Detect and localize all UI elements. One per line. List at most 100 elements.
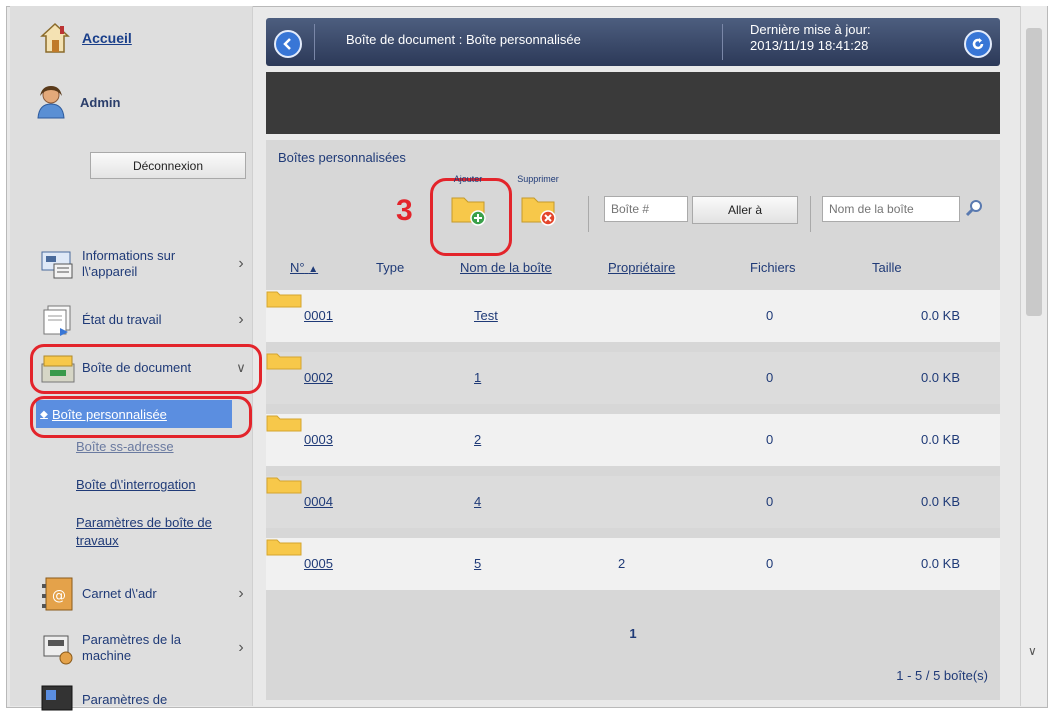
machine-settings-icon [43, 635, 73, 665]
column-number-label: N° [290, 260, 305, 275]
sidebar-item-address-book[interactable]: @ Carnet d\'adr › [40, 576, 250, 612]
box-files: 0 [766, 494, 774, 509]
box-size: 0.0 KB [920, 370, 960, 385]
toolbar-separator [588, 196, 589, 232]
box-size: 0.0 KB [920, 494, 960, 509]
table-header: N° ▲ Type Nom de la boîte Propriétaire F… [266, 254, 1000, 284]
sidebar-subitem-polling-box[interactable]: Boîte d\'interrogation [76, 476, 196, 494]
table-row[interactable]: 0001 Test 0 0.0 KB [266, 290, 1000, 342]
add-box-label: Ajouter [453, 174, 483, 184]
sidebar-item-settings[interactable]: Paramètres de [40, 682, 250, 718]
column-files: Fichiers [750, 260, 796, 275]
table-row[interactable]: 0003 2 0 0.0 KB [266, 414, 1000, 466]
folder-delete-icon [521, 197, 556, 226]
home-link[interactable]: Accueil [82, 30, 132, 46]
callout-1-ring [30, 344, 262, 394]
box-number-link[interactable]: 0002 [304, 370, 333, 385]
last-update-time: 2013/11/19 18:41:28 [750, 38, 869, 53]
home-link-row[interactable]: Accueil [40, 22, 132, 54]
box-name-link[interactable]: Test [474, 308, 498, 323]
header-bar: Boîte de document : Boîte personnalisée … [266, 18, 1000, 66]
sidebar-item-label: Informations sur l\'appareil [82, 248, 176, 279]
column-type: Type [376, 260, 405, 275]
sidebar-subitem-job-box-settings[interactable]: Paramètres de boîte de travaux [76, 514, 226, 550]
last-update: Dernière mise à jour: 2013/11/19 18:41:2… [750, 22, 871, 54]
back-arrow-icon [283, 38, 291, 50]
callout-2-ring [30, 396, 252, 438]
box-name-link[interactable]: 2 [474, 432, 481, 447]
box-files: 0 [766, 556, 774, 571]
logout-button[interactable]: Déconnexion [90, 152, 246, 179]
box-files: 0 [766, 432, 774, 447]
sidebar-item-machine-settings[interactable]: Paramètres de la machine › [40, 630, 250, 666]
column-owner[interactable]: Propriétaire [608, 260, 675, 275]
box-size: 0.0 KB [920, 432, 960, 447]
vertical-scrollbar[interactable]: ∨ [1020, 6, 1047, 706]
user-name: Admin [80, 94, 121, 110]
box-number-link[interactable]: 0001 [304, 308, 333, 323]
folder-icon [266, 539, 302, 556]
add-box-button[interactable]: Ajouter [436, 174, 500, 234]
box-count: 1 - 5 / 5 boîte(s) [896, 668, 988, 683]
delete-box-button[interactable]: Supprimer [506, 174, 570, 234]
user-row: Admin [36, 84, 120, 120]
back-button[interactable] [274, 30, 302, 58]
scroll-down-icon[interactable]: ∨ [1028, 644, 1037, 658]
callout-number-3: 3 [396, 194, 413, 227]
chevron-right-icon: › [238, 255, 244, 272]
box-number-link[interactable]: 0003 [304, 432, 333, 447]
scrollbar-thumb[interactable] [1026, 28, 1042, 316]
folder-add-icon [451, 197, 486, 226]
job-status-icon [43, 305, 71, 336]
box-size: 0.0 KB [920, 556, 960, 571]
table-row[interactable]: 0005 5 2 0 0.0 KB [266, 538, 1000, 590]
goto-button[interactable]: Aller à [692, 196, 798, 224]
box-name-link[interactable]: 5 [474, 556, 481, 571]
page-number[interactable]: 1 [266, 626, 1000, 641]
box-files: 0 [766, 308, 774, 323]
folder-icon [266, 415, 302, 432]
table-row[interactable]: 0004 4 0 0.0 KB [266, 476, 1000, 528]
box-name-search-input[interactable] [822, 196, 960, 222]
sidebar-item-label: Paramètres de la machine [82, 632, 181, 663]
folder-icon [266, 291, 302, 308]
sidebar-item-device-info[interactable]: Informations sur l\'appareil › [40, 246, 250, 282]
sidebar-item-label: État du travail [82, 312, 162, 327]
search-icon[interactable] [964, 198, 984, 218]
refresh-icon [972, 38, 984, 50]
column-box-name[interactable]: Nom de la boîte [460, 260, 552, 275]
refresh-button[interactable] [964, 30, 992, 58]
custom-boxes-panel: Boîtes personnalisées 3 Ajouter Supprime… [266, 140, 1000, 700]
column-number[interactable]: N° ▲ [290, 260, 318, 275]
delete-box-label: Supprimer [517, 174, 559, 184]
box-name-link[interactable]: 1 [474, 370, 481, 385]
folder-icon [266, 353, 302, 370]
sidebar: Accueil Admin Déconnexion Informations s… [10, 6, 262, 711]
sidebar-subitem-fax-box[interactable]: Boîte ss-adresse [76, 438, 174, 456]
header-divider [314, 24, 315, 60]
settings-icon [41, 685, 73, 711]
box-number-link[interactable]: 0005 [304, 556, 333, 571]
table-row[interactable]: 0002 1 0 0.0 KB [266, 352, 1000, 404]
sidebar-item-job-status[interactable]: État du travail › [40, 302, 250, 338]
chevron-right-icon: › [238, 311, 244, 328]
box-name-link[interactable]: 4 [474, 494, 481, 509]
toolbar-separator [810, 196, 811, 232]
sidebar-item-label: Paramètres de [82, 692, 168, 707]
device-info-icon [41, 251, 73, 279]
sort-ascending-icon: ▲ [308, 264, 319, 275]
chevron-right-icon: › [238, 585, 244, 602]
header-divider [722, 24, 723, 60]
box-owner: 2 [618, 556, 626, 571]
user-avatar-icon [37, 86, 65, 119]
column-size: Taille [872, 260, 902, 275]
box-number-input[interactable] [604, 196, 688, 222]
folder-icon [266, 477, 302, 494]
chevron-right-icon: › [238, 639, 244, 656]
last-update-label: Dernière mise à jour: [750, 22, 871, 37]
panel-title: Boîtes personnalisées [278, 150, 406, 165]
address-book-icon: @ [42, 577, 73, 611]
box-number-link[interactable]: 0004 [304, 494, 333, 509]
svg-text:@: @ [52, 588, 66, 604]
sidebar-item-label: Carnet d\'adr [82, 586, 157, 601]
